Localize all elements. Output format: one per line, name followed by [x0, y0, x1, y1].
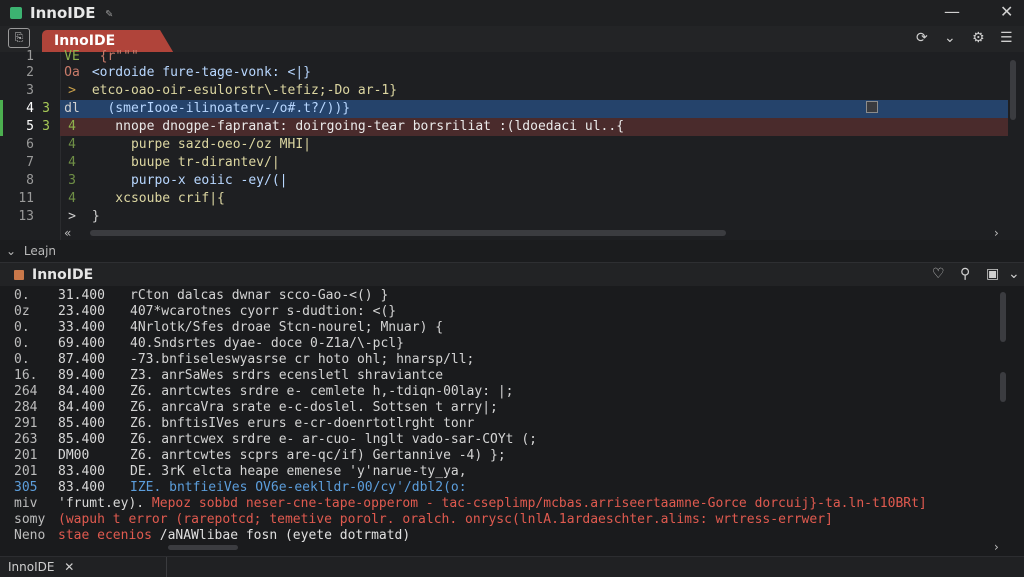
console-line: 284 84.400 Z6. anrcaVra srate e-c-doslel. … [14, 400, 498, 415]
window-title: InnoIDE [30, 4, 96, 22]
console-line: 263 85.400 Z6. anrtcwex srdre e- ar-cuo- l… [14, 432, 537, 447]
line-number: 11 [18, 191, 34, 206]
line-number: 8 [26, 173, 34, 188]
gutter-mark: 3 [42, 101, 50, 116]
status-scrollbar[interactable] [168, 545, 238, 550]
close-button[interactable]: ✕ [1000, 2, 1013, 21]
line-number: 7 [26, 155, 34, 170]
console-line: 291 85.400 Z6. bnftisIVes erurs e-cr-doenr… [14, 416, 475, 431]
console-panel-header: InnoIDE ♡ ⚲ ▣ ⌄ [0, 262, 1024, 287]
settings-icon[interactable]: ⚙ [972, 30, 985, 46]
line-number: 3 [26, 83, 34, 98]
search-icon[interactable]: ⚲ [960, 266, 970, 282]
console-line: 16. 89.400 Z3. anrSaWes srdrs ecensletl sh… [14, 368, 444, 383]
console-line: 0. 33.400 4Nrlotk/Sfes droae Stcn-nourel; … [14, 320, 444, 335]
console-line: 0. 31.400 rCton dalcas dwnar scco-Gao-<() … [14, 288, 389, 303]
line-number: 5 [26, 119, 34, 134]
console-line: 0z 23.400 407*wcarotnes cyorr s-dudtion: <… [14, 304, 397, 319]
line-number: 6 [26, 137, 34, 152]
code-line[interactable]: Oa <ordoide fure-tage-vonk: <|} [60, 64, 1008, 82]
scroll-right-icon[interactable]: › [994, 540, 999, 554]
console-line: 305 83.400 IZE. bntfieiVes OV6e-eeklldr-00… [14, 480, 467, 495]
line-number: 4 [26, 101, 34, 116]
code-line[interactable]: 4 purpe sazd-oeo-/oz MHI| [60, 136, 1008, 154]
save-icon[interactable]: ▣ [986, 266, 999, 282]
code-line[interactable]: > etco-oao-oir-esulorstr\-tefiz;-Do ar-1… [60, 82, 1008, 100]
console-line-error: miv'frumt.ey). Mepoz sobbd neser-cne-tap… [14, 496, 927, 511]
code-editor[interactable]: 1 2 3 4 5 6 7 8 11 13 3 3 VE {r""" Oa <o… [0, 49, 1024, 240]
code-line[interactable]: 4 xcsoube crif|{ [60, 190, 1008, 208]
console-output[interactable]: 0. 31.400 rCton dalcas dwnar scco-Gao-<() … [0, 286, 1024, 556]
console-scrollbar-thumb[interactable] [1000, 372, 1006, 402]
console-line: 201 DM00 Z6. anrtcwtes scprs are-qc/if) Ge… [14, 448, 506, 463]
console-line: 264 84.400 Z6. anrtcwtes srdre e- cemlete … [14, 384, 514, 399]
code-line[interactable]: 4 buupe tr-dirantev/| [60, 154, 1008, 172]
line-number: 2 [26, 65, 34, 80]
section-label: ⌄ Leajn [6, 244, 57, 258]
console-icon [14, 270, 24, 280]
code-line[interactable]: > } [60, 208, 1008, 226]
console-line-error: somy (wapuh t error (rarepotcd; temetive … [14, 512, 833, 527]
title-bar: InnoIDE ✎ — ✕ [0, 0, 1024, 26]
fold-icon[interactable] [866, 101, 878, 113]
file-icon[interactable]: ⎘ [8, 28, 30, 48]
minimize-button[interactable]: — [944, 2, 960, 21]
menu-icon[interactable]: ☰ [1000, 30, 1013, 46]
code-line-highlighted[interactable]: 4 nnope dnogpe-fapranat: doirgoing-tear … [60, 118, 1008, 136]
editor-vertical-scrollbar[interactable] [1010, 60, 1016, 120]
status-bar: InnoIDE ✕ [0, 545, 1024, 577]
code-line[interactable]: 3 purpo-x eoiic -ey/(| [60, 172, 1008, 190]
pin-icon[interactable]: ✎ [106, 6, 113, 20]
console-line-error: Neno stae ecenios /aNAWlibae fosn (eyete … [14, 528, 411, 543]
chevron-down-icon[interactable]: ⌄ [1008, 266, 1020, 282]
console-scrollbar[interactable] [1000, 292, 1006, 342]
history-icon[interactable]: ⟳ [916, 30, 928, 46]
line-gutter: 1 2 3 4 5 6 7 8 11 13 3 3 [0, 49, 61, 240]
gutter-mark: 3 [42, 119, 50, 134]
scroll-right-icon[interactable]: › [994, 226, 999, 240]
console-title: InnoIDE [32, 267, 94, 283]
console-line: 0. 69.400 40.Sndsrtes dyae- doce 0-Z1a/\-p… [14, 336, 404, 351]
bottom-tab-innoide[interactable]: InnoIDE ✕ [0, 557, 167, 577]
chevron-down-icon[interactable]: ⌄ [6, 244, 16, 258]
scroll-left-icon[interactable]: « [64, 226, 71, 240]
line-number: 13 [18, 209, 34, 224]
app-icon [10, 7, 22, 19]
console-line: 201 83.400 DE. 3rK elcta heape emenese 'y'… [14, 464, 467, 479]
console-line: 0. 87.400 -73.bnfiseleswyasrse cr hoto ohl… [14, 352, 475, 367]
editor-horizontal-scrollbar[interactable] [90, 230, 726, 236]
debug-icon[interactable]: ♡ [932, 266, 945, 282]
close-icon[interactable]: ✕ [64, 560, 74, 574]
chevron-down-icon[interactable]: ⌄ [944, 30, 956, 46]
